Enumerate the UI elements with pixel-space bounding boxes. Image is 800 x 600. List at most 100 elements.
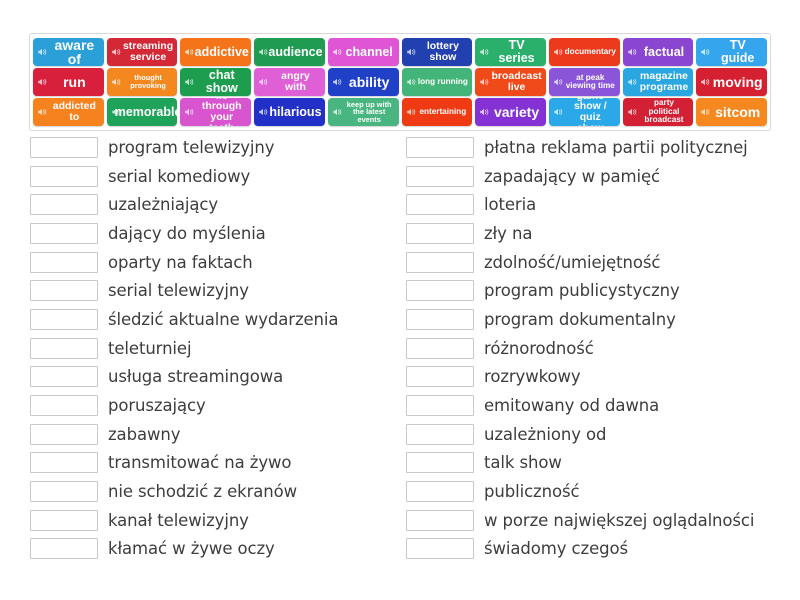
- drop-target-box[interactable]: [406, 251, 474, 273]
- word-tile[interactable]: chat show: [180, 68, 252, 96]
- word-tile[interactable]: magazine programe: [622, 68, 694, 96]
- drop-target-box[interactable]: [406, 452, 474, 474]
- speaker-icon[interactable]: [553, 47, 563, 57]
- word-tile-label: entertaining: [419, 106, 467, 116]
- word-tile[interactable]: audience: [254, 38, 325, 66]
- drop-target-box[interactable]: [30, 251, 98, 273]
- word-tile[interactable]: run: [33, 68, 104, 96]
- word-tile[interactable]: angry with: [254, 68, 325, 96]
- drop-target-box[interactable]: [30, 194, 98, 216]
- word-tile[interactable]: addictive: [180, 38, 252, 66]
- speaker-icon[interactable]: [406, 77, 416, 87]
- speaker-icon[interactable]: [332, 107, 342, 117]
- speaker-icon[interactable]: [111, 107, 121, 117]
- speaker-icon[interactable]: [406, 107, 416, 117]
- drop-target-box[interactable]: [406, 423, 474, 445]
- drop-target-box[interactable]: [30, 165, 98, 187]
- drop-target-box[interactable]: [30, 136, 98, 158]
- speaker-icon[interactable]: [37, 47, 47, 57]
- drop-target-box[interactable]: [406, 481, 474, 503]
- answer-row: uzależniający: [30, 190, 405, 219]
- speaker-icon[interactable]: [111, 77, 121, 87]
- word-tile[interactable]: streaming service: [106, 38, 178, 66]
- drop-target-box[interactable]: [406, 165, 474, 187]
- speaker-icon[interactable]: [627, 107, 637, 117]
- drop-target-box[interactable]: [30, 395, 98, 417]
- speaker-icon[interactable]: [479, 47, 489, 57]
- speaker-icon[interactable]: [37, 107, 47, 117]
- speaker-icon[interactable]: [258, 47, 268, 57]
- speaker-icon[interactable]: [406, 47, 416, 57]
- speaker-icon[interactable]: [700, 107, 710, 117]
- speaker-icon[interactable]: [700, 77, 710, 87]
- drop-target-box[interactable]: [30, 337, 98, 359]
- word-tile[interactable]: variety: [475, 98, 546, 126]
- word-tile[interactable]: game show / quiz show: [548, 98, 620, 126]
- answer-row: serial telewizyjny: [30, 276, 405, 305]
- word-tile-label: magazine programe: [639, 70, 689, 93]
- drop-target-box[interactable]: [30, 538, 98, 560]
- drop-target-box[interactable]: [30, 280, 98, 302]
- drop-target-box[interactable]: [30, 222, 98, 244]
- answer-label: zły na: [484, 223, 533, 243]
- drop-target-box[interactable]: [30, 308, 98, 330]
- word-tile[interactable]: thought provoking: [106, 68, 178, 96]
- drop-target-box[interactable]: [406, 538, 474, 560]
- answer-row: różnorodność: [406, 334, 796, 363]
- drop-target-box[interactable]: [406, 509, 474, 531]
- speaker-icon[interactable]: [553, 107, 563, 117]
- drop-target-box[interactable]: [30, 481, 98, 503]
- drop-target-box[interactable]: [406, 280, 474, 302]
- speaker-icon[interactable]: [479, 107, 489, 117]
- answer-row: świadomy czegoś: [406, 535, 796, 564]
- speaker-icon[interactable]: [553, 77, 563, 87]
- word-tile[interactable]: channel: [327, 38, 399, 66]
- answer-row: nie schodzić z ekranów: [30, 477, 405, 506]
- word-tile[interactable]: addicted to: [33, 98, 104, 126]
- word-tile[interactable]: lottery show: [401, 38, 473, 66]
- speaker-icon[interactable]: [184, 107, 194, 117]
- word-tile[interactable]: TV guide: [696, 38, 768, 66]
- word-tile[interactable]: broadcast live: [475, 68, 546, 96]
- word-tile[interactable]: ability: [327, 68, 399, 96]
- word-tile[interactable]: lie through your teeth: [180, 98, 252, 126]
- speaker-icon[interactable]: [479, 77, 489, 87]
- drop-target-box[interactable]: [30, 452, 98, 474]
- speaker-icon[interactable]: [627, 77, 637, 87]
- speaker-icon[interactable]: [258, 77, 268, 87]
- drop-target-box[interactable]: [406, 194, 474, 216]
- word-tile[interactable]: factual: [622, 38, 694, 66]
- word-tile[interactable]: at peak viewing time: [548, 68, 620, 96]
- word-tile[interactable]: sitcom: [696, 98, 768, 126]
- drop-target-box[interactable]: [406, 337, 474, 359]
- word-tile[interactable]: entertaining: [401, 98, 473, 126]
- drop-target-box[interactable]: [406, 366, 474, 388]
- drop-target-box[interactable]: [406, 136, 474, 158]
- speaker-icon[interactable]: [111, 47, 121, 57]
- speaker-icon[interactable]: [184, 77, 194, 87]
- speaker-icon[interactable]: [37, 77, 47, 87]
- speaker-icon[interactable]: [332, 47, 342, 57]
- speaker-icon[interactable]: [332, 77, 342, 87]
- drop-target-box[interactable]: [406, 395, 474, 417]
- word-tile[interactable]: documentary: [548, 38, 620, 66]
- word-tile[interactable]: TV series: [475, 38, 546, 66]
- speaker-icon[interactable]: [700, 47, 710, 57]
- speaker-icon[interactable]: [258, 107, 268, 117]
- drop-target-box[interactable]: [406, 222, 474, 244]
- word-tile-label: keep up with the latest events: [346, 99, 392, 124]
- word-tile[interactable]: keep up with the latest events: [327, 98, 399, 126]
- speaker-icon[interactable]: [184, 47, 194, 57]
- word-tile[interactable]: memorable: [106, 98, 178, 126]
- drop-target-box[interactable]: [30, 366, 98, 388]
- drop-target-box[interactable]: [30, 423, 98, 445]
- word-tile[interactable]: hilarious: [254, 98, 325, 126]
- word-tile[interactable]: party political broadcast: [622, 98, 694, 126]
- answer-row: program telewizyjny: [30, 133, 405, 162]
- speaker-icon[interactable]: [627, 47, 637, 57]
- drop-target-box[interactable]: [30, 509, 98, 531]
- drop-target-box[interactable]: [406, 308, 474, 330]
- word-tile[interactable]: aware of: [33, 38, 104, 66]
- word-tile[interactable]: moving: [696, 68, 768, 96]
- word-tile[interactable]: long running: [401, 68, 473, 96]
